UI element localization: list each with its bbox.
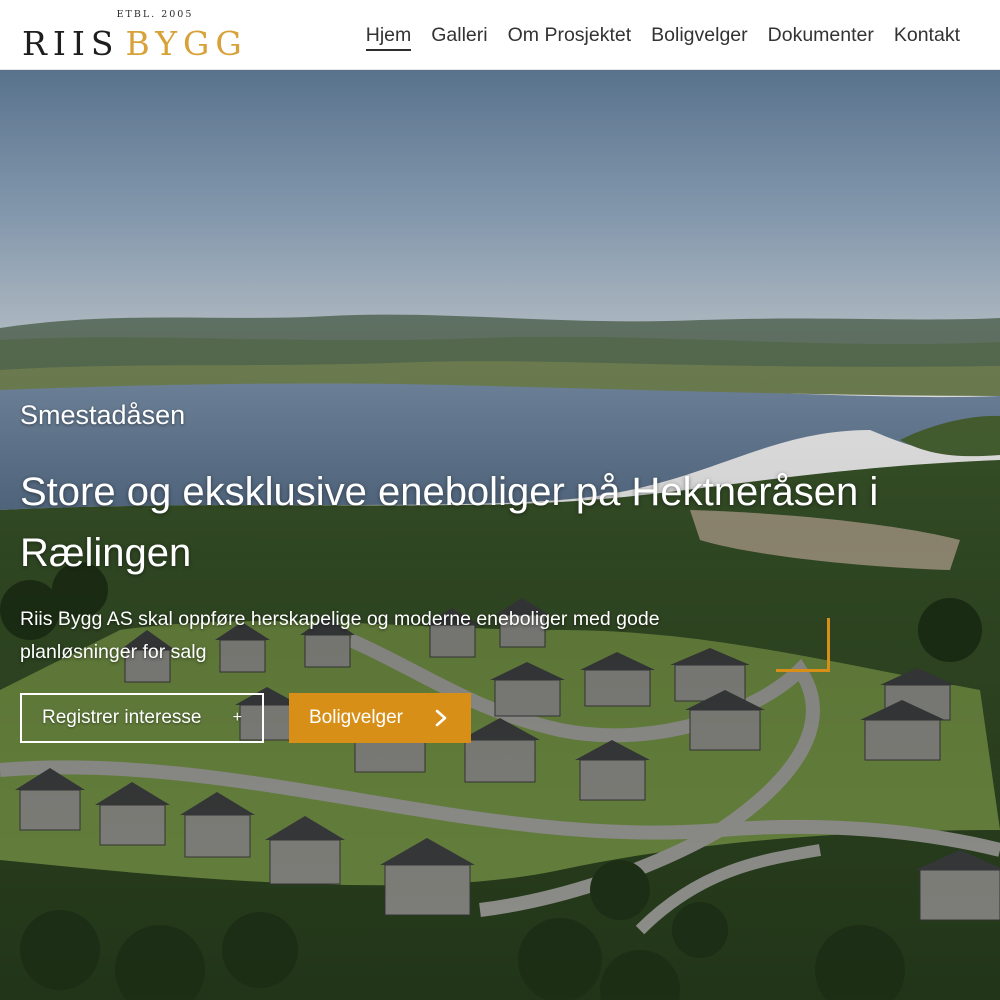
nav-item-kontakt[interactable]: Kontakt	[884, 21, 970, 49]
nav-item-dokumenter[interactable]: Dokumenter	[758, 21, 884, 49]
plus-icon: +	[232, 709, 242, 726]
nav-item-hjem[interactable]: Hjem	[356, 21, 422, 51]
hero-eyebrow: Smestadåsen	[20, 400, 186, 430]
accent-corner-decoration	[776, 618, 830, 672]
logo-word-riis: RIIS	[22, 24, 120, 63]
nav-item-om-prosjektet[interactable]: Om Prosjektet	[498, 21, 642, 49]
logo-word-bygg: BYGG	[125, 24, 248, 63]
site-header: ETBL. 2005 RIIS BYGG Hjem Galleri Om Pros…	[0, 0, 1000, 70]
hero-headline: Store og eksklusive eneboliger på Hektne…	[20, 470, 879, 575]
hero-lead-text: Riis Bygg AS skal oppføre herskapelige o…	[20, 608, 660, 663]
logo-wordmark: RIIS BYGG	[22, 24, 248, 64]
nav-item-boligvelger[interactable]: Boligvelger	[641, 21, 757, 49]
riis-bygg-logo[interactable]: ETBL. 2005 RIIS BYGG	[22, 8, 282, 64]
main-nav: Hjem Galleri Om Prosjektet Boligvelger D…	[356, 21, 970, 51]
boligvelger-button-label: Boligvelger	[309, 707, 403, 728]
boligvelger-button[interactable]: Boligvelger	[289, 693, 471, 743]
register-interest-button[interactable]: Registrer interesse +	[20, 693, 264, 743]
logo-established: ETBL. 2005	[116, 9, 194, 20]
chevron-right-icon	[435, 709, 447, 727]
nav-item-galleri[interactable]: Galleri	[421, 21, 497, 49]
register-interest-label: Registrer interesse	[42, 707, 202, 728]
